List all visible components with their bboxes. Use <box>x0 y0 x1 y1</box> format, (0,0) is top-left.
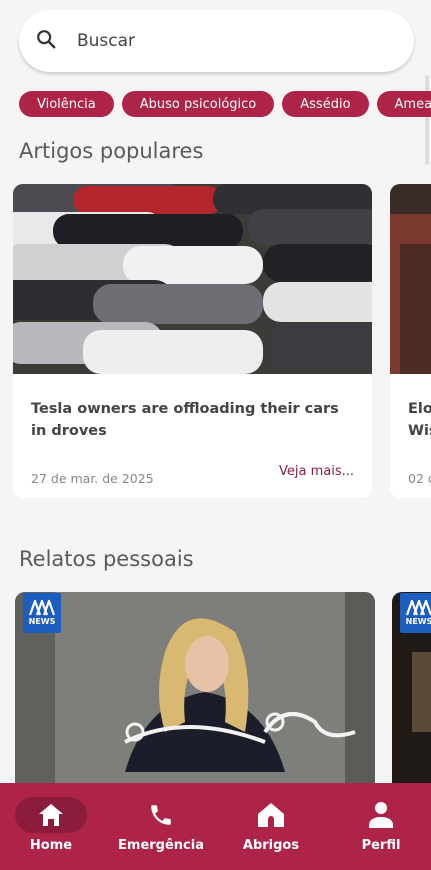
story-image <box>15 592 375 792</box>
chip-abuso-psicologico[interactable]: Abuso psicológico <box>121 91 275 117</box>
shelter-icon <box>235 797 307 833</box>
nav-abrigos[interactable]: Abrigos <box>221 783 321 870</box>
nav-label: Emergência <box>118 838 204 853</box>
nav-label: Perfil <box>361 838 401 853</box>
scroll-indicator <box>425 75 429 165</box>
chip-violencia[interactable]: Violência <box>19 91 114 117</box>
article-title: Tesla owners are offloading their cars i… <box>31 401 339 439</box>
article-card[interactable]: Elo Wis 02 d <box>390 184 431 498</box>
article-image <box>390 184 431 374</box>
nav-emergencia[interactable]: Emergência <box>111 783 211 870</box>
article-date: 02 d <box>408 471 431 486</box>
nav-home[interactable]: Home <box>1 783 101 870</box>
section-title-personal: Relatos pessoais <box>19 547 194 571</box>
search-input[interactable] <box>77 31 357 51</box>
chip-ameaca[interactable]: Amea <box>376 91 431 117</box>
home-icon <box>15 797 87 833</box>
search-icon <box>35 28 57 54</box>
phone-icon <box>125 797 197 833</box>
nav-label: Home <box>29 838 73 853</box>
article-card[interactable]: Tesla owners are offloading their cars i… <box>13 184 372 498</box>
abc-news-logo: NEWS <box>23 593 61 633</box>
story-card[interactable]: NEWS <box>392 592 431 792</box>
nav-perfil[interactable]: Perfil <box>331 783 431 870</box>
article-image <box>13 184 372 374</box>
story-card[interactable]: NEWS <box>15 592 375 792</box>
article-title: Elo Wis <box>408 401 431 439</box>
search-bar[interactable] <box>19 10 414 72</box>
article-date: 27 de mar. de 2025 <box>31 471 154 486</box>
see-more-link[interactable]: Veja mais... <box>279 464 354 479</box>
section-title-popular: Artigos populares <box>19 139 204 163</box>
chip-assedio[interactable]: Assédio <box>282 91 369 117</box>
abc-news-logo: NEWS <box>400 593 431 633</box>
person-icon <box>345 797 417 833</box>
category-chips: Violência Abuso psicológico Assédio Amea <box>19 91 431 117</box>
nav-label: Abrigos <box>242 838 300 853</box>
bottom-navigation: Home Emergência Abrigos Perfil <box>0 783 431 870</box>
